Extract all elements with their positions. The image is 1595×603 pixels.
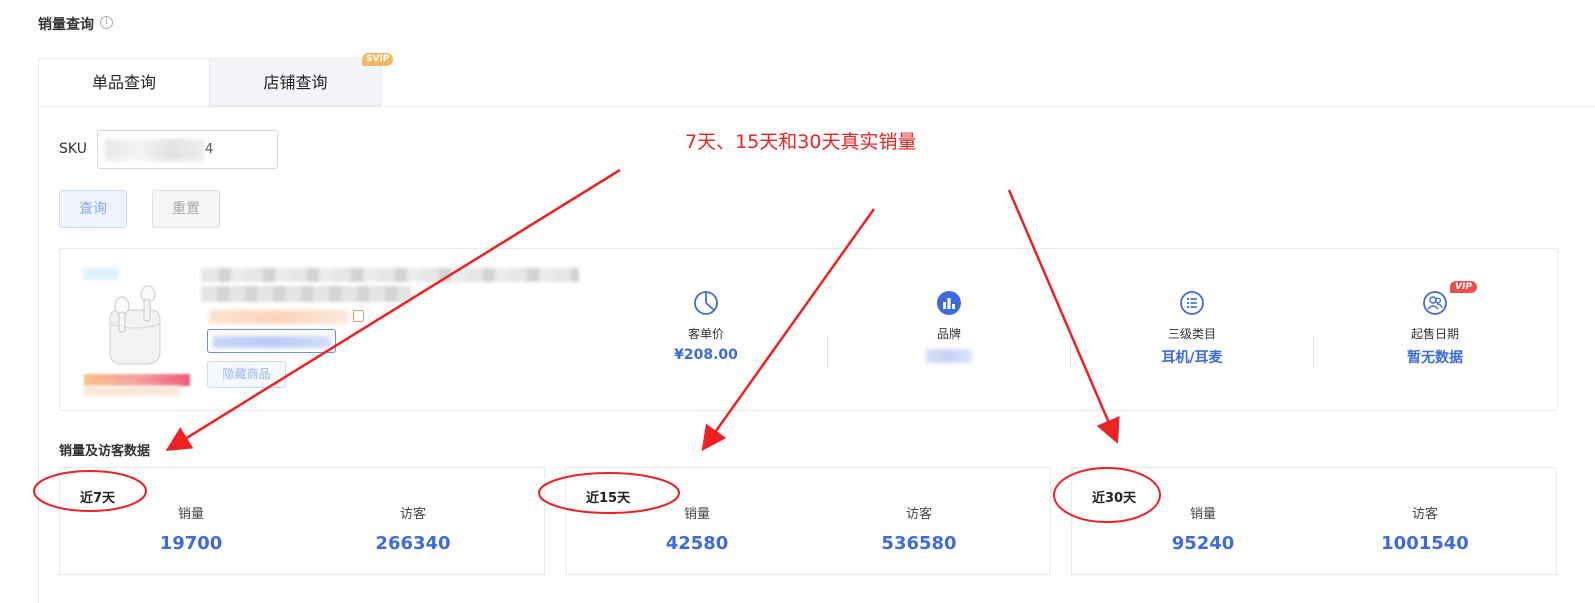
annotation-arrow-7d (165, 168, 621, 451)
annotation-circle-30d (1053, 467, 1161, 523)
annotation-arrow-15d (701, 208, 876, 452)
annotation-arrow-30d (1007, 189, 1120, 444)
annotation-overlay (33, 168, 1161, 523)
annotation-circle-7d (33, 470, 147, 512)
annotation-circle-15d (538, 472, 680, 514)
